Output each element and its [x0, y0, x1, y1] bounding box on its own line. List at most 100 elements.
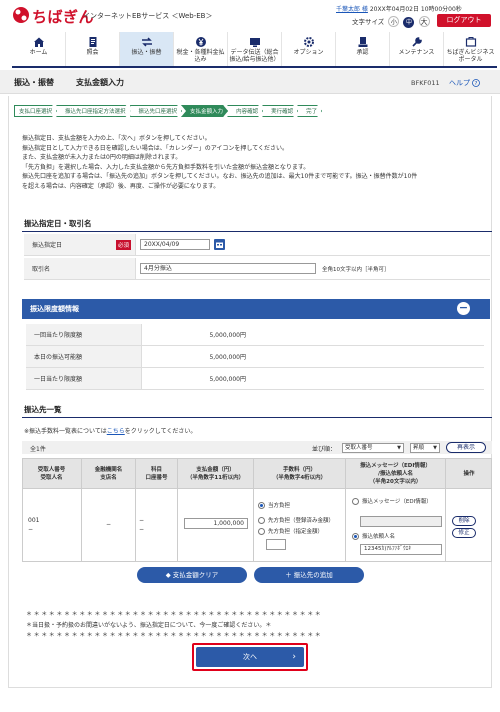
font-mid-button[interactable]: 中: [403, 17, 415, 28]
nav-portal[interactable]: ちばぎんビジネスポータル: [444, 32, 497, 66]
transfer-icon: [141, 37, 152, 47]
col-header-account: 科目 口座番号: [136, 458, 178, 489]
font-large-button[interactable]: 大: [418, 16, 430, 27]
limit-panel-header[interactable]: 振込限度額情報: [22, 299, 490, 319]
font-small-button[interactable]: 小: [388, 16, 400, 27]
nav-approve[interactable]: 承認: [336, 32, 390, 66]
name-hint: 全角10文字以内［半角可］: [322, 267, 390, 273]
bank-name: −: [106, 521, 112, 528]
logout-button[interactable]: ログアウト: [437, 14, 491, 27]
section-title-payees: 振込先一覧: [24, 405, 62, 414]
cell-message: 振込メッセージ（EDI情報） 振込依頼人名 12345ｶ)ｱﾙﾌｧﾎﾞｳｴｷ: [346, 489, 446, 562]
requester-name-input[interactable]: 12345ｶ)ｱﾙﾌｧﾎﾞｳｴｷ: [360, 544, 442, 555]
fee-option-registered[interactable]: 先方負担（登録済み金額）: [258, 516, 334, 524]
col-header-message: 振込メッセージ（EDI情報） /振込依頼人名 （半角20文字以内）: [346, 458, 446, 489]
sort-select-value: 受取人番号: [345, 445, 373, 451]
nav-label: 照会: [86, 49, 99, 56]
next-button[interactable]: 次へ ›: [196, 647, 304, 667]
cell-fee: 当方負担 先方負担（登録済み金額） 先方負担（指定金額）: [254, 489, 346, 562]
order-select[interactable]: 昇順 ▼: [410, 443, 440, 453]
step-item: 内容確認: [227, 105, 263, 117]
fee-option-label: 先方負担（登録済み金額）: [268, 518, 335, 524]
cell-amount: 1,000,000: [178, 489, 254, 562]
cell-action: 削除 修正: [446, 489, 492, 562]
transfer-date-input[interactable]: 20XX/04/09: [140, 239, 210, 250]
fee-option-specified[interactable]: 先方負担（指定金額）: [258, 527, 323, 535]
limit-row: 本日の振込可能額 5,000,000円: [26, 346, 484, 368]
step-item: 振込先口座指定方法選択: [56, 105, 131, 117]
header-text: 科目: [150, 466, 162, 473]
edi-message-input[interactable]: [360, 516, 442, 527]
account-number: −: [139, 526, 145, 533]
chevron-right-icon: ›: [292, 652, 296, 662]
page-title: 支払金額入力: [76, 78, 124, 87]
fee-note-suffix: をクリックしてください。: [124, 428, 197, 435]
service-name: インターネットEBサービス ＜Web-EB＞: [83, 12, 213, 20]
col-header-payee: 受取人番号 受取人名: [22, 458, 82, 489]
next-label: 次へ: [243, 653, 257, 661]
amount-input[interactable]: 1,000,000: [184, 518, 248, 529]
data-icon: [249, 38, 260, 47]
nav-transfer[interactable]: 振込・振替: [120, 32, 174, 66]
nav-tax[interactable]: 税金・各種料金払込み: [174, 32, 228, 66]
help-link[interactable]: ヘルプ ?: [449, 78, 481, 88]
user-info: 千葉太郎 様 20XX年04月02日 10時00分00秒: [336, 4, 462, 13]
col-header-bank: 金融機関名 支店名: [82, 458, 136, 489]
sort-select[interactable]: 受取人番号 ▼: [342, 443, 404, 453]
step-item: 実行確認: [262, 105, 298, 117]
fee-option-ours[interactable]: 当方負担: [258, 501, 290, 509]
nav-data-transmission[interactable]: データ伝送（総合振込/給与振込他）: [228, 32, 282, 66]
limit-row: 一回当たり限度額 5,000,000円: [26, 324, 484, 346]
yen-icon: [195, 37, 206, 47]
svg-text:?: ?: [475, 81, 478, 87]
collapse-icon[interactable]: −: [457, 302, 470, 315]
header-text: 口座番号: [145, 474, 168, 481]
payee-name: −: [28, 526, 34, 533]
msg-option-requester[interactable]: 振込依頼人名: [352, 532, 395, 540]
calendar-icon[interactable]: [214, 239, 225, 250]
add-payee-button[interactable]: ＋ 振込先の追加: [254, 567, 364, 583]
delete-button[interactable]: 削除: [452, 516, 476, 526]
transaction-name-input[interactable]: 4月分振込: [140, 263, 316, 274]
name-label: 取引名: [24, 258, 136, 279]
fee-table-link[interactable]: こちら: [107, 428, 125, 435]
nav-option[interactable]: オプション: [282, 32, 336, 66]
redisplay-button[interactable]: 再表示: [446, 442, 486, 453]
step-item: 振込先口座選択: [130, 105, 183, 117]
form-row-name: 取引名 4月分振込 全角10文字以内［半角可］: [24, 258, 490, 280]
limit-row: 一日当たり限度額 5,000,000円: [26, 368, 484, 390]
msg-option-edi[interactable]: 振込メッセージ（EDI情報）: [352, 497, 432, 505]
nav-label: 承認: [356, 49, 369, 56]
clear-amount-label: 支払金額クリア: [172, 571, 219, 579]
nav-maintenance[interactable]: メンテナンス: [390, 32, 444, 66]
font-size-control: 文字サイズ 小 中 大: [352, 16, 430, 28]
limit-value: 5,000,000円: [209, 376, 246, 383]
gear-icon: [303, 37, 314, 47]
nav-inquiry[interactable]: 照会: [66, 32, 120, 66]
font-size-label: 文字サイズ: [352, 18, 385, 26]
nav-label: メンテナンス: [398, 49, 435, 56]
chevron-down-icon: ▼: [397, 445, 401, 451]
instruction-line: 振込先口座を追加する場合は、「振込先の追加」ボタンを押してください。なお、振込先…: [22, 173, 418, 180]
radio-selected-icon: [258, 502, 265, 509]
nav-home[interactable]: ホーム: [12, 32, 66, 66]
user-name[interactable]: 千葉太郎 様: [336, 6, 368, 13]
fee-note-prefix: ※振込手数料一覧表については: [24, 428, 107, 435]
clear-amount-button[interactable]: ◆ 支払金額クリア: [137, 567, 247, 583]
confirm-note: ＊当日扱・予約扱のお間違いがないよう、振込指定日について、今一度ご確認ください。…: [26, 622, 272, 629]
eraser-icon: ◆: [165, 571, 173, 579]
col-header-amount: 支払金額（円） （半角数字11桁以内）: [178, 458, 254, 489]
form-row-date: 振込指定日 必須 20XX/04/09: [24, 234, 490, 256]
header-text: 振込メッセージ（EDI情報）: [360, 462, 431, 469]
fee-amount-input[interactable]: [266, 539, 286, 550]
msg-option-label: 振込メッセージ（EDI情報）: [362, 499, 432, 505]
stars-bottom: ＊＊＊＊＊＊＊＊＊＊＊＊＊＊＊＊＊＊＊＊＊＊＊＊＊＊＊＊＊＊＊＊＊＊＊＊＊＊＊: [26, 632, 323, 639]
nav-label: 振込・振替: [131, 49, 162, 56]
instruction-line: 振込指定日、支払金額を入力の上、「次へ」ボタンを押してください。: [22, 135, 211, 142]
fee-option-label: 当方負担: [268, 503, 291, 509]
step-item: 支払口座選択: [14, 105, 57, 117]
edit-button[interactable]: 修正: [452, 528, 476, 538]
global-nav: ホーム 照会 振込・振替 税金・各種料金払込み データ伝送（総合振込/給与振込他…: [12, 32, 497, 68]
nav-label: 税金・各種料金払込み: [176, 49, 225, 63]
header-text: /振込依頼人名: [377, 470, 413, 477]
